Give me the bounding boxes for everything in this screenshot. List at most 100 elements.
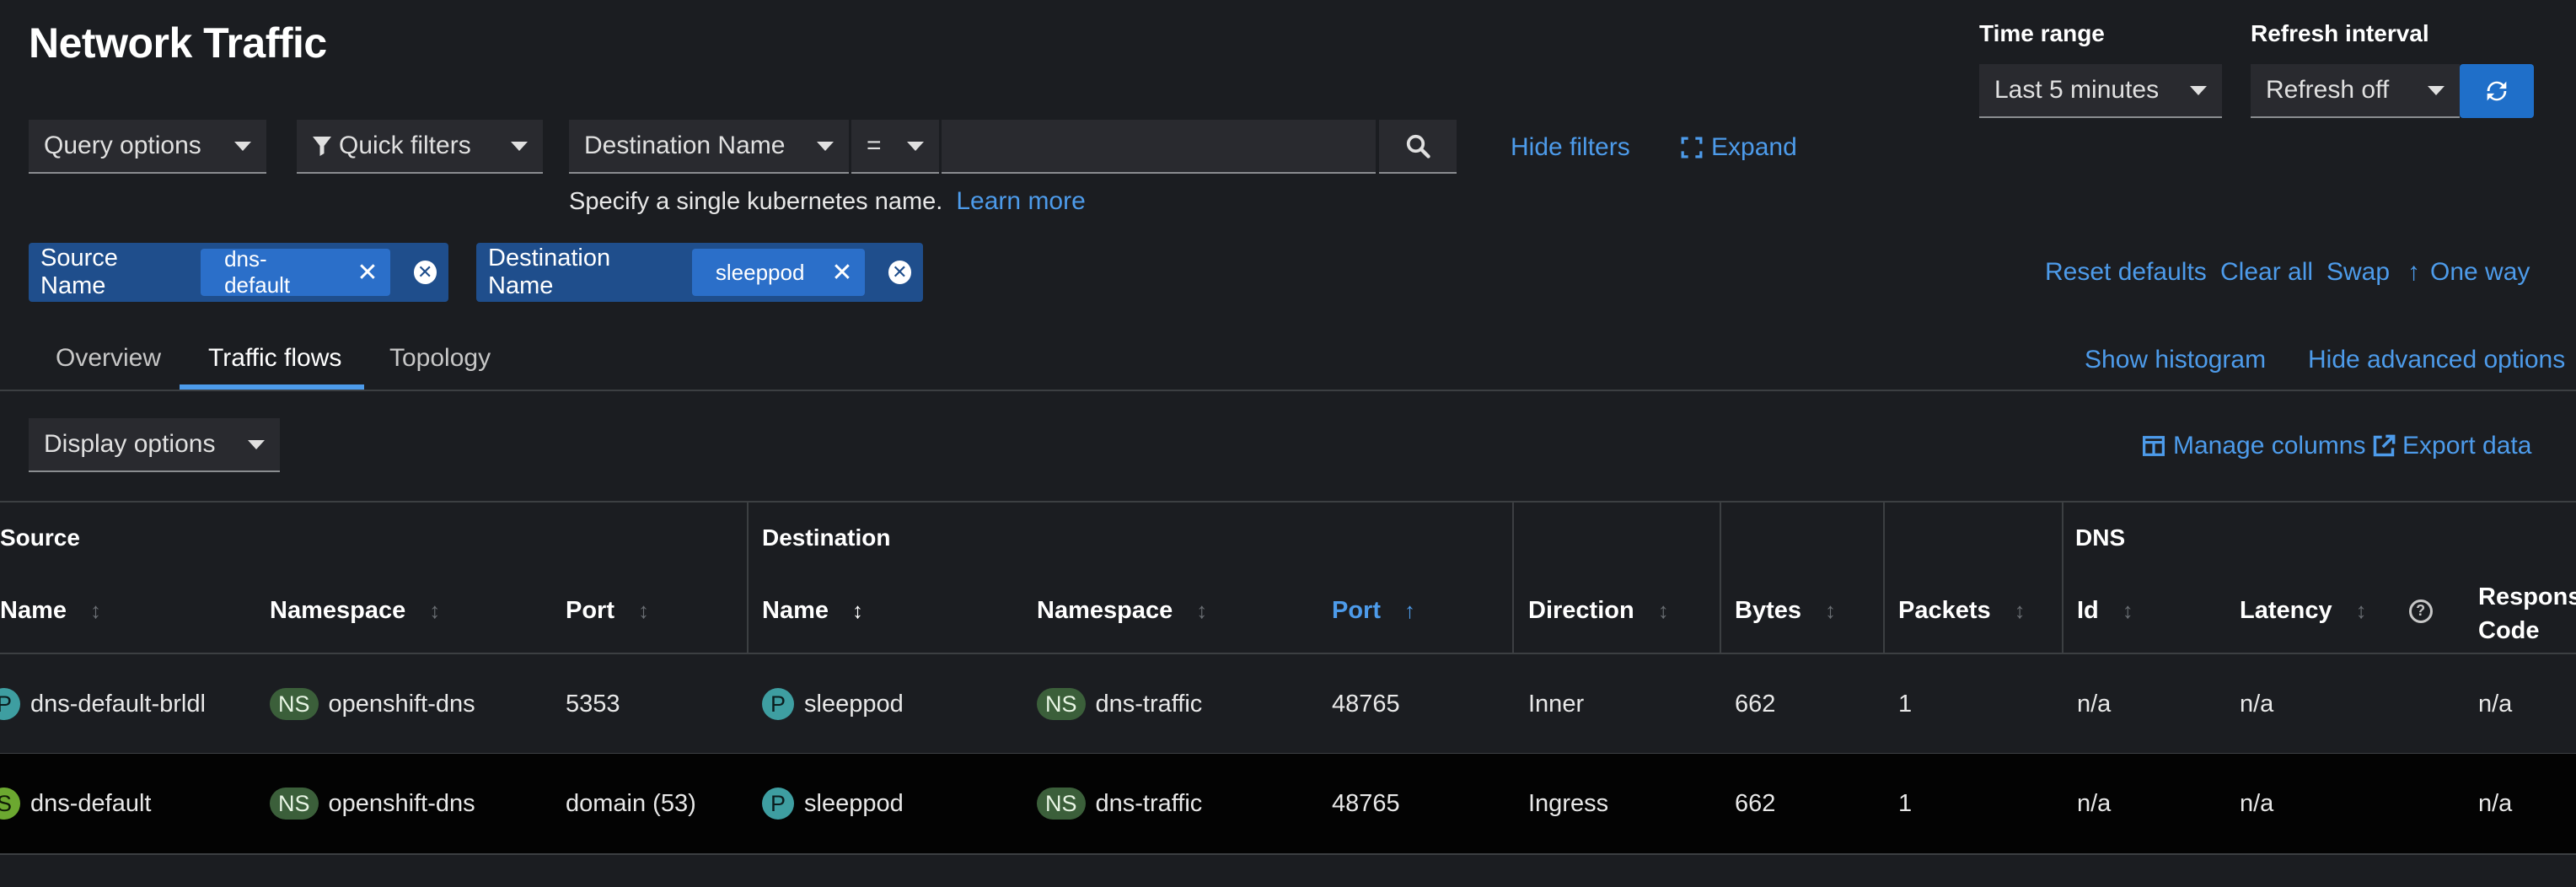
tab-topology[interactable]: Topology bbox=[389, 344, 491, 373]
column-header-dns-id[interactable]: Id ↕ bbox=[2077, 597, 2133, 625]
show-histogram-link[interactable]: Show histogram bbox=[2085, 346, 2266, 374]
time-range-label: Time range bbox=[1979, 20, 2105, 46]
column-header-direction[interactable]: Direction ↕ bbox=[1528, 597, 1669, 625]
chevron-down-icon bbox=[248, 439, 265, 449]
column-header-label: Port bbox=[566, 597, 614, 624]
filter-operator-select[interactable]: = bbox=[851, 120, 939, 174]
search-icon bbox=[1406, 134, 1430, 159]
sort-icon: ↕ bbox=[638, 598, 649, 623]
cell-bytes: 662 bbox=[1735, 789, 1776, 817]
export-data-link[interactable]: Export data bbox=[2372, 432, 2531, 460]
sort-icon: ↕ bbox=[852, 598, 863, 623]
cell-source-name: S dns-default bbox=[0, 754, 152, 853]
cell-bytes: 662 bbox=[1735, 690, 1776, 718]
cell-destination-namespace: NS dns-traffic bbox=[1037, 754, 1202, 853]
filter-field-select[interactable]: Destination Name bbox=[569, 120, 849, 174]
chip-value: sleeppod bbox=[715, 259, 805, 285]
remove-group-icon[interactable]: ✕ bbox=[888, 261, 911, 284]
time-range-select[interactable]: Last 5 minutes bbox=[1979, 64, 2222, 118]
cell-text: dns-default-brldl bbox=[30, 690, 206, 718]
cell-text: sleeppod bbox=[804, 789, 904, 817]
filter-hint: Specify a single kubernetes name. Learn … bbox=[569, 187, 1086, 216]
filter-value-input[interactable] bbox=[942, 120, 1376, 174]
cell-text: sleeppod bbox=[804, 690, 904, 718]
sort-icon: ↕ bbox=[1825, 598, 1836, 623]
column-header-destination-port[interactable]: Port ↑ bbox=[1332, 597, 1415, 625]
quick-filters-select[interactable]: Quick filters bbox=[297, 120, 543, 174]
column-header-source-name[interactable]: Name ↕ bbox=[0, 597, 101, 625]
cell-dns-id: n/a bbox=[2077, 789, 2112, 817]
export-data-label: Export data bbox=[2402, 432, 2532, 460]
one-way-link[interactable]: ↑ One way bbox=[2407, 258, 2530, 287]
manage-columns-link[interactable]: Manage columns bbox=[2143, 432, 2365, 460]
query-options-select[interactable]: Query options bbox=[29, 120, 266, 174]
swap-link[interactable]: Swap bbox=[2326, 258, 2390, 287]
cell-text: dns-traffic bbox=[1095, 690, 1203, 718]
sync-icon bbox=[2487, 81, 2507, 101]
clear-all-link[interactable]: Clear all bbox=[2220, 258, 2313, 287]
display-options-label: Display options bbox=[44, 430, 216, 458]
namespace-badge: NS bbox=[270, 688, 319, 720]
export-icon bbox=[2373, 434, 2396, 457]
tab-overview[interactable]: Overview bbox=[56, 344, 161, 373]
column-header-source-port[interactable]: Port ↕ bbox=[566, 597, 649, 625]
column-header-source-namespace[interactable]: Namespace ↕ bbox=[270, 597, 440, 625]
cell-source-port: 5353 bbox=[566, 690, 620, 718]
refresh-button[interactable] bbox=[2460, 64, 2534, 118]
filter-field-label: Destination Name bbox=[584, 132, 786, 159]
chip-group-label: Destination Name bbox=[488, 245, 611, 299]
filter-hint-text: Specify a single kubernetes name. bbox=[569, 188, 943, 215]
column-header-packets[interactable]: Packets ↕ bbox=[1898, 597, 2026, 625]
sort-icon: ↕ bbox=[429, 598, 441, 623]
close-icon[interactable]: ✕ bbox=[357, 258, 378, 288]
cell-destination-name: P sleeppod bbox=[762, 654, 904, 754]
column-header-label: Namespace bbox=[270, 597, 406, 624]
cell-text: dns-default bbox=[30, 789, 152, 817]
search-button[interactable] bbox=[1379, 120, 1457, 174]
column-header-dns-response-code[interactable]: Response Code bbox=[2478, 580, 2576, 648]
column-header-label: Name bbox=[762, 597, 829, 624]
hide-advanced-options-link[interactable]: Hide advanced options bbox=[2308, 346, 2565, 374]
remove-group-icon[interactable]: ✕ bbox=[413, 261, 437, 284]
column-header-label: Port bbox=[1332, 597, 1381, 624]
display-options-select[interactable]: Display options bbox=[29, 418, 280, 472]
column-header-label: Namespace bbox=[1037, 597, 1173, 624]
cell-packets: 1 bbox=[1898, 789, 1913, 817]
namespace-badge: NS bbox=[270, 788, 319, 820]
row-divider bbox=[0, 853, 2576, 855]
table-row[interactable]: P dns-default-brldl NS openshift-dns 535… bbox=[0, 654, 2576, 754]
time-range-value: Last 5 minutes bbox=[1994, 76, 2160, 104]
cell-source-namespace: NS openshift-dns bbox=[270, 754, 475, 853]
cell-destination-port: 48765 bbox=[1332, 789, 1400, 817]
namespace-badge: NS bbox=[1037, 788, 1086, 820]
help-icon[interactable]: ? bbox=[2408, 599, 2433, 623]
arrow-up-icon: ↑ bbox=[2407, 258, 2420, 286]
chevron-down-icon bbox=[511, 141, 528, 151]
expand-icon bbox=[1681, 137, 1703, 159]
close-icon[interactable]: ✕ bbox=[831, 258, 852, 288]
cell-dns-latency: n/a bbox=[2240, 789, 2274, 817]
tab-traffic-flows[interactable]: Traffic flows bbox=[208, 344, 341, 373]
column-header-label: Latency bbox=[2240, 597, 2332, 624]
sort-icon: ↕ bbox=[1196, 598, 1208, 623]
sort-ascending-icon: ↑ bbox=[1404, 598, 1415, 623]
pod-badge: P bbox=[0, 688, 20, 720]
network-traffic-page: Network Traffic Time range Last 5 minute… bbox=[0, 0, 2576, 887]
group-header-dns: DNS bbox=[2075, 524, 2126, 551]
learn-more-link[interactable]: Learn more bbox=[956, 187, 1085, 215]
chevron-down-icon bbox=[907, 141, 924, 151]
column-header-label: Id bbox=[2077, 597, 2099, 624]
column-header-dns-latency[interactable]: Latency ↕ ? bbox=[2240, 597, 2433, 625]
cell-text: openshift-dns bbox=[328, 789, 475, 817]
expand-link[interactable]: Expand bbox=[1681, 133, 1797, 162]
table-row[interactable]: S dns-default NS openshift-dns domain (5… bbox=[0, 754, 2576, 853]
column-header-bytes[interactable]: Bytes ↕ bbox=[1735, 597, 1836, 625]
hide-filters-link[interactable]: Hide filters bbox=[1511, 133, 1630, 162]
cell-source-port: domain (53) bbox=[566, 789, 696, 817]
chip-value: dns-default bbox=[224, 246, 291, 298]
column-header-destination-namespace[interactable]: Namespace ↕ bbox=[1037, 597, 1207, 625]
reset-defaults-link[interactable]: Reset defaults bbox=[2045, 258, 2207, 287]
refresh-interval-select[interactable]: Refresh off bbox=[2251, 64, 2460, 118]
column-header-destination-name[interactable]: Name ↕ bbox=[762, 597, 863, 625]
group-header-source: Source bbox=[0, 524, 80, 551]
